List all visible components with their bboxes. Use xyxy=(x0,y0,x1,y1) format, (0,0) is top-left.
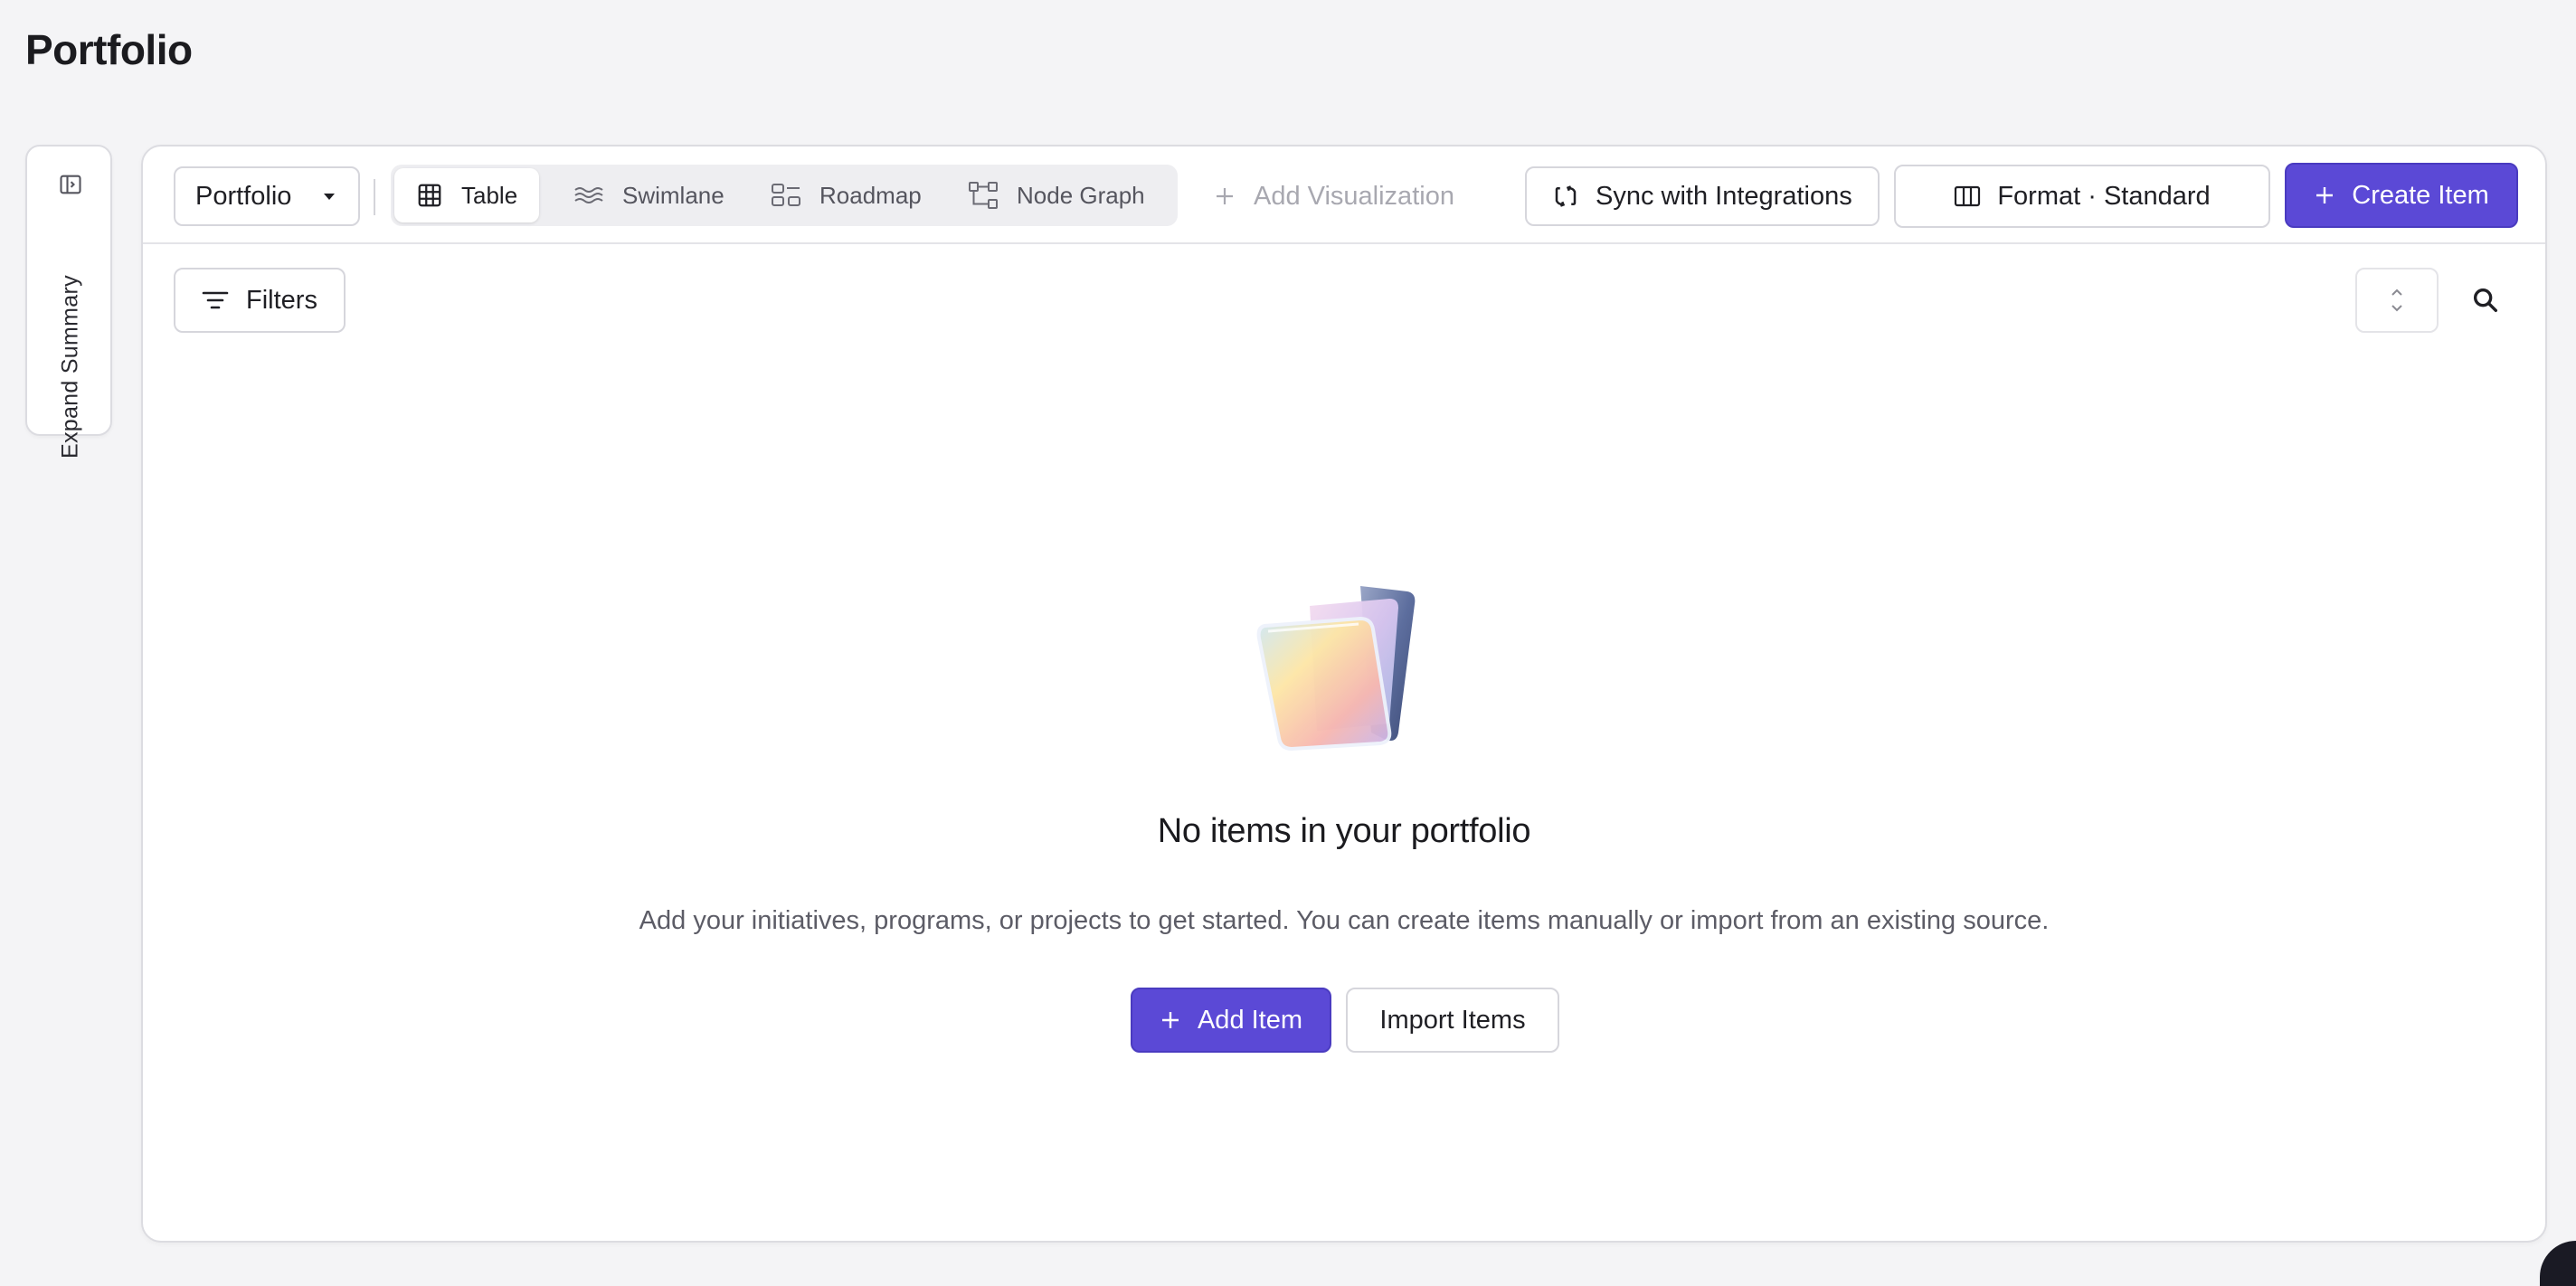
add-visualization-label: Add Visualization xyxy=(1254,181,1454,211)
summary-rail[interactable]: Expand Summary xyxy=(25,145,112,459)
tab-roadmap-label: Roadmap xyxy=(819,181,922,209)
filters-label: Filters xyxy=(246,285,317,315)
columns-icon xyxy=(1955,185,1981,207)
tab-table-label: Table xyxy=(461,181,518,209)
toolbar-divider xyxy=(374,179,375,215)
sort-toggle-button[interactable] xyxy=(2355,268,2439,333)
view-switcher: Table Swimlane Roadmap Node Graph xyxy=(391,165,1178,226)
sort-icon xyxy=(2391,288,2402,312)
search-button[interactable] xyxy=(2467,282,2504,318)
tab-node-graph[interactable]: Node Graph xyxy=(946,168,1167,222)
portfolio-dropdown[interactable]: Portfolio xyxy=(174,166,360,226)
tab-table[interactable]: Table xyxy=(394,168,540,222)
sync-integrations-button[interactable]: Sync with Integrations xyxy=(1525,166,1880,226)
add-item-button[interactable]: Add Item xyxy=(1131,988,1331,1053)
sidebar-expand-icon[interactable] xyxy=(58,172,83,197)
portfolio-card: Portfolio Table Swimlane Roadmap Node Gr… xyxy=(141,145,2547,1243)
swimlane-icon xyxy=(574,187,603,203)
table-icon xyxy=(418,184,441,207)
filters-button[interactable]: Filters xyxy=(174,268,346,333)
create-item-button[interactable]: Create Item xyxy=(2285,163,2518,228)
import-items-label: Import Items xyxy=(1379,1005,1526,1035)
import-items-button[interactable]: Import Items xyxy=(1346,988,1559,1053)
node-graph-icon xyxy=(969,182,998,209)
tab-roadmap[interactable]: Roadmap xyxy=(749,168,943,222)
plus-icon xyxy=(2316,187,2334,203)
expand-summary-label[interactable]: Expand Summary xyxy=(58,275,84,459)
plus-icon xyxy=(1217,188,1233,204)
create-item-label: Create Item xyxy=(2352,180,2489,210)
filter-icon xyxy=(202,291,229,309)
page-title: Portfolio xyxy=(25,26,193,73)
tab-swimlane-label: Swimlane xyxy=(622,181,724,209)
sync-label: Sync with Integrations xyxy=(1596,181,1852,211)
toolbar: Portfolio Table Swimlane Roadmap Node Gr… xyxy=(143,147,2545,244)
tab-node-graph-label: Node Graph xyxy=(1017,181,1145,209)
empty-state-title: No items in your portfolio xyxy=(1157,812,1531,850)
search-icon xyxy=(2473,288,2498,313)
portfolio-dropdown-label: Portfolio xyxy=(195,181,292,211)
empty-folder-illustration xyxy=(1256,586,1416,752)
plus-icon xyxy=(1161,1012,1179,1028)
window-corner xyxy=(2540,1241,2576,1286)
sync-icon xyxy=(1555,185,1577,207)
add-visualization-button[interactable]: Add Visualization xyxy=(1214,166,1454,226)
format-label: Format · Standard xyxy=(1997,181,2211,211)
tab-swimlane[interactable]: Swimlane xyxy=(552,168,746,222)
empty-state-description: Add your initiatives, programs, or proje… xyxy=(639,906,2050,935)
format-button[interactable]: Format · Standard xyxy=(1894,165,2270,228)
caret-down-icon xyxy=(324,194,335,200)
add-item-label: Add Item xyxy=(1197,1005,1303,1035)
roadmap-icon xyxy=(772,184,800,206)
